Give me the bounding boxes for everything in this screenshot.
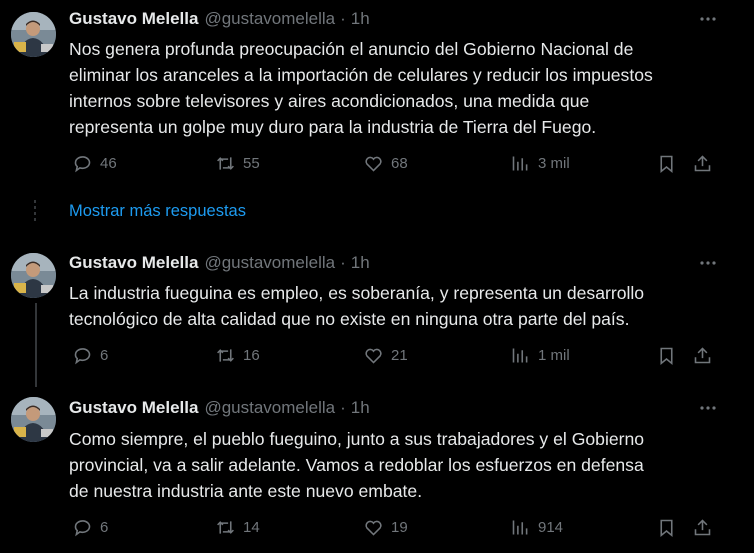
like-count: 68: [391, 154, 408, 172]
views-button[interactable]: 3 mil: [510, 151, 570, 175]
share-button[interactable]: [692, 515, 713, 539]
repost-icon: [217, 348, 234, 362]
repost-button[interactable]: 55: [215, 151, 260, 175]
share-icon: [694, 346, 711, 363]
separator-dot: ·: [340, 9, 346, 28]
tweet-text-line: tecnológico de alta calidad que no exist…: [69, 309, 630, 329]
like-button[interactable]: 21: [363, 343, 408, 367]
tweet-text-line: eliminar los aranceles a la importación …: [69, 65, 653, 85]
bookmark-icon: [660, 155, 673, 173]
bookmark-icon: [660, 347, 673, 365]
bookmark-button[interactable]: [656, 151, 677, 175]
avatar[interactable]: [11, 253, 56, 298]
tweet[interactable]: Gustavo Melella @gustavomelella · 1h Com…: [0, 390, 754, 553]
separator-dot: ·: [340, 253, 346, 272]
share-button[interactable]: [692, 151, 713, 175]
repost-button[interactable]: 16: [215, 343, 260, 367]
tweet-text: Nos genera profunda preocupación el anun…: [69, 36, 729, 140]
like-icon: [365, 520, 382, 536]
like-count: 19: [391, 518, 408, 536]
repost-count: 55: [243, 154, 260, 172]
thread-line: [35, 303, 37, 387]
timestamp[interactable]: 1h: [351, 398, 370, 418]
like-button[interactable]: 68: [363, 151, 408, 175]
author-name[interactable]: Gustavo Melella: [69, 253, 198, 273]
tweet-text: Como siempre, el pueblo fueguino, junto …: [69, 426, 729, 504]
tweet-text-line: Como siempre, el pueblo fueguino, junto …: [69, 429, 645, 449]
tweet[interactable]: Gustavo Melella @gustavomelella · 1h Nos…: [0, 0, 754, 190]
reply-icon: [74, 347, 91, 364]
bookmark-button[interactable]: [656, 515, 677, 539]
views-icon: [512, 156, 528, 170]
views-button[interactable]: 1 mil: [510, 343, 570, 367]
repost-button[interactable]: 14: [215, 515, 260, 539]
share-icon: [694, 154, 711, 171]
tweet-text-line: Nos genera profunda preocupación el anun…: [69, 39, 634, 59]
reply-button[interactable]: 6: [72, 343, 108, 367]
author-handle[interactable]: @gustavomelella: [204, 253, 335, 273]
tweet-actions: 46 55 68 3 mil: [69, 151, 719, 175]
tweet-text-line: de nuestra industria ante este nuevo emb…: [69, 481, 423, 501]
reply-count: 6: [100, 346, 109, 364]
timestamp[interactable]: 1h: [351, 9, 370, 29]
like-icon: [365, 348, 382, 364]
bookmark-icon: [660, 519, 673, 537]
tweet-text-line: provincial, va a salir adelante. Vamos a…: [69, 455, 644, 475]
tweet-text: La industria fueguina es empleo, es sobe…: [69, 280, 729, 332]
like-icon: [365, 156, 382, 172]
author-name[interactable]: Gustavo Melella: [69, 398, 198, 418]
reply-button[interactable]: 6: [72, 515, 108, 539]
author-name[interactable]: Gustavo Melella: [69, 9, 198, 29]
tweet-actions: 6 16 21 1 mil: [69, 343, 719, 367]
repost-count: 16: [243, 346, 260, 364]
repost-count: 14: [243, 518, 260, 536]
tweet-text-line: internos sobre televisores y aires acond…: [69, 91, 590, 111]
tweet-text-line: representa un golpe muy duro para la ind…: [69, 117, 597, 137]
views-button[interactable]: 914: [510, 515, 563, 539]
separator-dot: ·: [340, 398, 346, 417]
avatar[interactable]: [11, 397, 56, 442]
views-icon: [512, 348, 528, 362]
tweet-text-line: La industria fueguina es empleo, es sobe…: [69, 283, 645, 303]
bookmark-button[interactable]: [656, 343, 677, 367]
views-count: 914: [538, 518, 564, 536]
views-count: 3 mil: [538, 154, 570, 172]
author-handle[interactable]: @gustavomelella: [204, 9, 335, 29]
more-icon[interactable]: [698, 9, 718, 29]
show-more-replies-link[interactable]: Mostrar más respuestas: [69, 202, 246, 221]
more-icon[interactable]: [698, 253, 718, 273]
thread-connector: [34, 200, 36, 224]
repost-icon: [217, 520, 234, 534]
views-icon: [512, 520, 528, 534]
views-count: 1 mil: [538, 346, 570, 364]
share-button[interactable]: [692, 343, 713, 367]
tweet-actions: 6 14 19 914: [69, 515, 719, 539]
more-icon[interactable]: [698, 398, 718, 418]
reply-icon: [74, 155, 91, 172]
reply-count: 46: [100, 154, 117, 172]
reply-icon: [74, 519, 91, 536]
author-handle[interactable]: @gustavomelella: [204, 398, 335, 418]
avatar[interactable]: [11, 12, 56, 57]
reply-count: 6: [100, 518, 109, 536]
like-button[interactable]: 19: [363, 515, 408, 539]
tweet[interactable]: Gustavo Melella @gustavomelella · 1h La …: [0, 245, 754, 387]
reply-button[interactable]: 46: [72, 151, 117, 175]
repost-icon: [217, 156, 234, 170]
timestamp[interactable]: 1h: [351, 253, 370, 273]
like-count: 21: [391, 346, 408, 364]
share-icon: [694, 518, 711, 535]
